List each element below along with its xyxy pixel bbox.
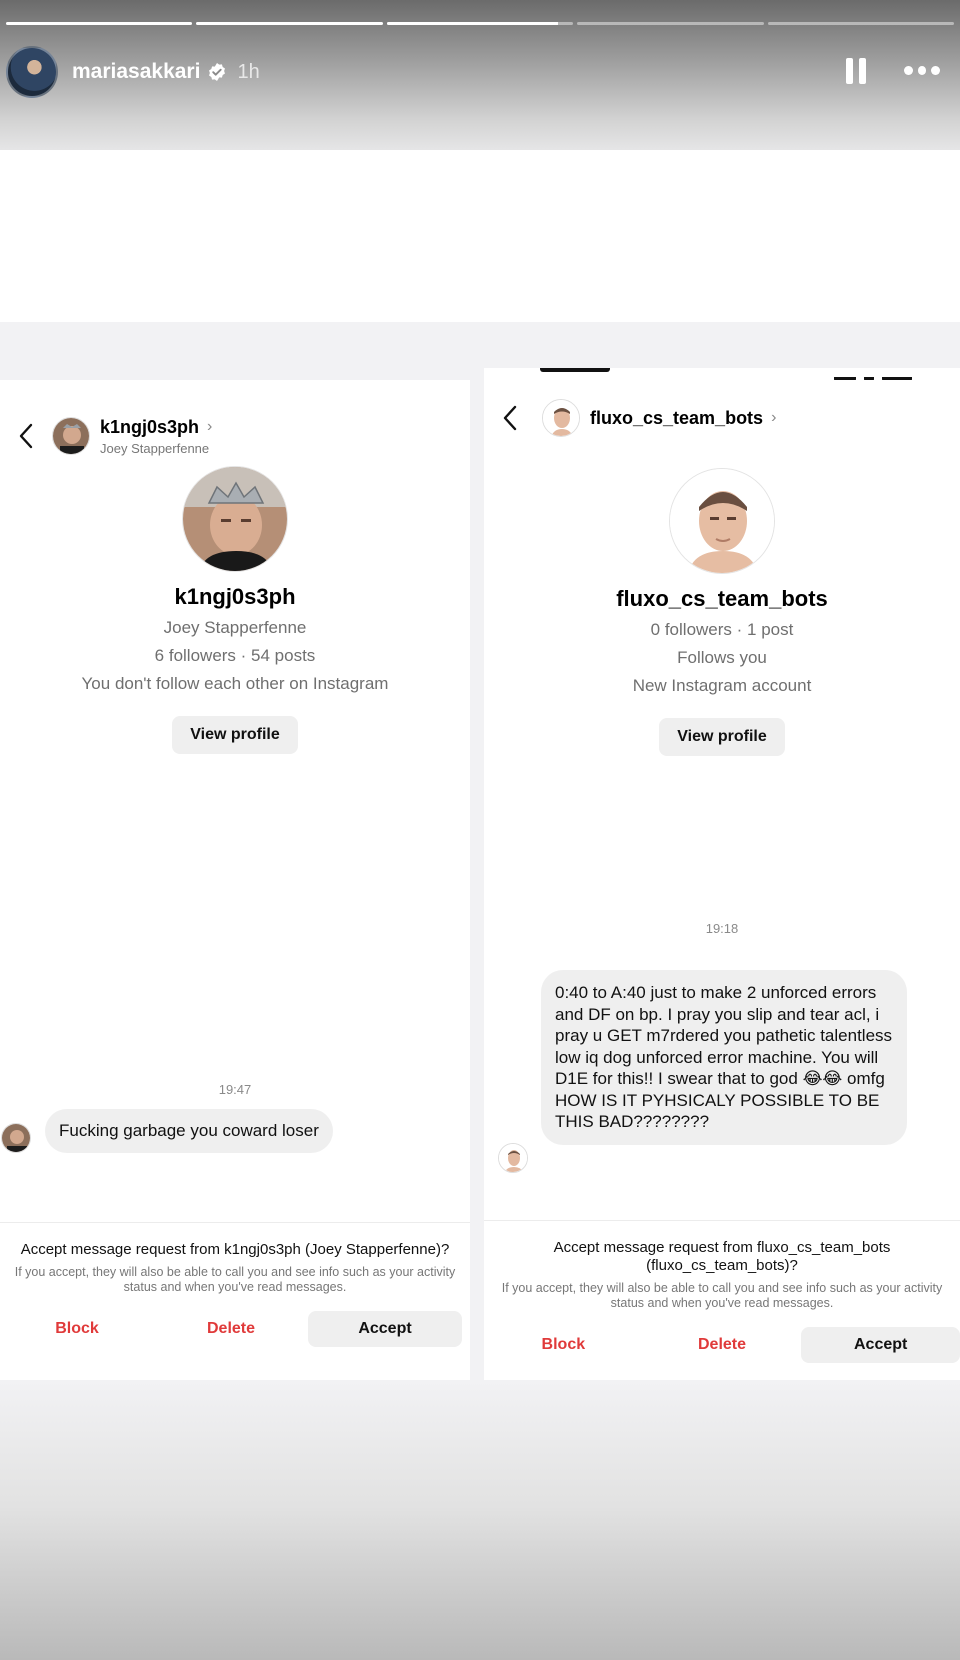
profile-avatar[interactable] xyxy=(182,466,288,572)
accept-request-description: If you accept, they will also be able to… xyxy=(14,1265,456,1294)
message-request-panel: Accept message request from k1ngj0s3ph (… xyxy=(0,1222,470,1347)
story-progress-segment xyxy=(386,22,574,25)
back-arrow-icon[interactable] xyxy=(496,403,526,433)
profile-name: k1ngj0s3ph xyxy=(174,584,296,609)
message-avatar[interactable] xyxy=(498,1142,528,1173)
chevron-right-icon: › xyxy=(771,409,777,426)
chat-header: fluxo_cs_team_bots › xyxy=(484,382,960,454)
dm-screenshot-left: k1ngj0s3ph › Joey Stapperfenne k1ngj0s3p xyxy=(0,380,470,1380)
pause-icon[interactable] xyxy=(846,58,866,84)
request-actions: Block Delete Accept xyxy=(0,1311,470,1347)
screenshots-area: k1ngj0s3ph › Joey Stapperfenne k1ngj0s3p xyxy=(0,380,960,1380)
header-avatar[interactable] xyxy=(542,399,580,437)
delete-button[interactable]: Delete xyxy=(643,1327,802,1363)
story-bottom-overlay xyxy=(0,1380,960,1660)
profile-new-account: New Instagram account xyxy=(632,676,812,695)
story-progress-segment xyxy=(6,22,193,25)
profile-fullname: Joey Stapperfenne xyxy=(163,618,307,637)
story-progress-fill xyxy=(196,22,383,25)
story-progress-fill xyxy=(386,22,559,25)
block-button[interactable]: Block xyxy=(484,1327,643,1363)
header-username-label: k1ngj0s3ph xyxy=(100,416,200,437)
profile-stats: 6 followers · 54 posts xyxy=(154,646,316,665)
accept-button[interactable]: Accept xyxy=(308,1311,462,1347)
profile-relation: You don't follow each other on Instagram xyxy=(81,674,389,693)
more-icon[interactable] xyxy=(904,66,941,76)
verified-icon xyxy=(209,63,226,81)
profile-name: fluxo_cs_team_bots xyxy=(616,586,828,611)
view-profile-button[interactable]: View profile xyxy=(659,718,785,756)
header-username[interactable]: fluxo_cs_team_bots › xyxy=(590,408,776,429)
message-row: 0:40 to A:40 just to make 2 unforced err… xyxy=(498,970,907,1173)
header-username-label: fluxo_cs_team_bots xyxy=(590,407,764,428)
back-arrow-icon[interactable] xyxy=(12,421,42,451)
header-text[interactable]: k1ngj0s3ph › Joey Stapperfenne xyxy=(100,417,212,456)
request-actions: Block Delete Accept xyxy=(484,1327,960,1363)
story-progress-segment xyxy=(767,22,955,25)
story-blank-area xyxy=(0,150,960,322)
view-profile-button[interactable]: View profile xyxy=(172,716,298,754)
message-avatar[interactable] xyxy=(1,1123,31,1153)
header-avatar[interactable] xyxy=(52,417,90,455)
message-request-panel: Accept message request from fluxo_cs_tea… xyxy=(484,1220,960,1363)
profile-follows: Follows you xyxy=(677,648,767,667)
story-header: mariasakkari 1h xyxy=(6,44,954,100)
story-username[interactable]: mariasakkari xyxy=(72,60,200,84)
profile-summary: k1ngj0s3ph Joey Stapperfenne 6 followers… xyxy=(0,466,470,754)
accept-button[interactable]: Accept xyxy=(801,1327,960,1363)
message-timestamp: 19:47 xyxy=(218,1082,252,1097)
profile-summary: fluxo_cs_team_bots 0 followers · 1 post … xyxy=(484,468,960,756)
story-time: 1h xyxy=(237,60,260,83)
message-row: Fucking garbage you coward loser xyxy=(0,1109,333,1153)
accept-request-title: Accept message request from k1ngj0s3ph (… xyxy=(20,1241,450,1258)
story-avatar[interactable] xyxy=(6,46,58,98)
profile-stats: 0 followers · 1 post xyxy=(650,620,794,639)
story-progress-fill xyxy=(6,22,193,25)
story-progress-segment xyxy=(577,22,764,25)
header-subtitle: Joey Stapperfenne xyxy=(100,440,210,456)
header-username[interactable]: k1ngj0s3ph › xyxy=(100,417,212,438)
profile-avatar[interactable] xyxy=(669,468,775,574)
header-text[interactable]: fluxo_cs_team_bots › xyxy=(590,408,776,429)
accept-request-title: Accept message request from fluxo_cs_tea… xyxy=(553,1239,891,1274)
chat-header: k1ngj0s3ph › Joey Stapperfenne xyxy=(0,400,470,472)
dm-screenshot-right: fluxo_cs_team_bots › fluxo_cs_team_bots … xyxy=(484,380,960,1380)
message-bubble[interactable]: 0:40 to A:40 just to make 2 unforced err… xyxy=(541,970,907,1145)
block-button[interactable]: Block xyxy=(0,1311,154,1347)
message-bubble[interactable]: Fucking garbage you coward loser xyxy=(45,1109,333,1153)
story-progress-segment xyxy=(196,22,383,25)
message-timestamp: 19:18 xyxy=(705,921,739,936)
chevron-right-icon: › xyxy=(207,418,213,435)
delete-button[interactable]: Delete xyxy=(154,1311,308,1347)
accept-request-description: If you accept, they will also be able to… xyxy=(501,1281,943,1310)
story-progress-bars xyxy=(6,22,955,26)
